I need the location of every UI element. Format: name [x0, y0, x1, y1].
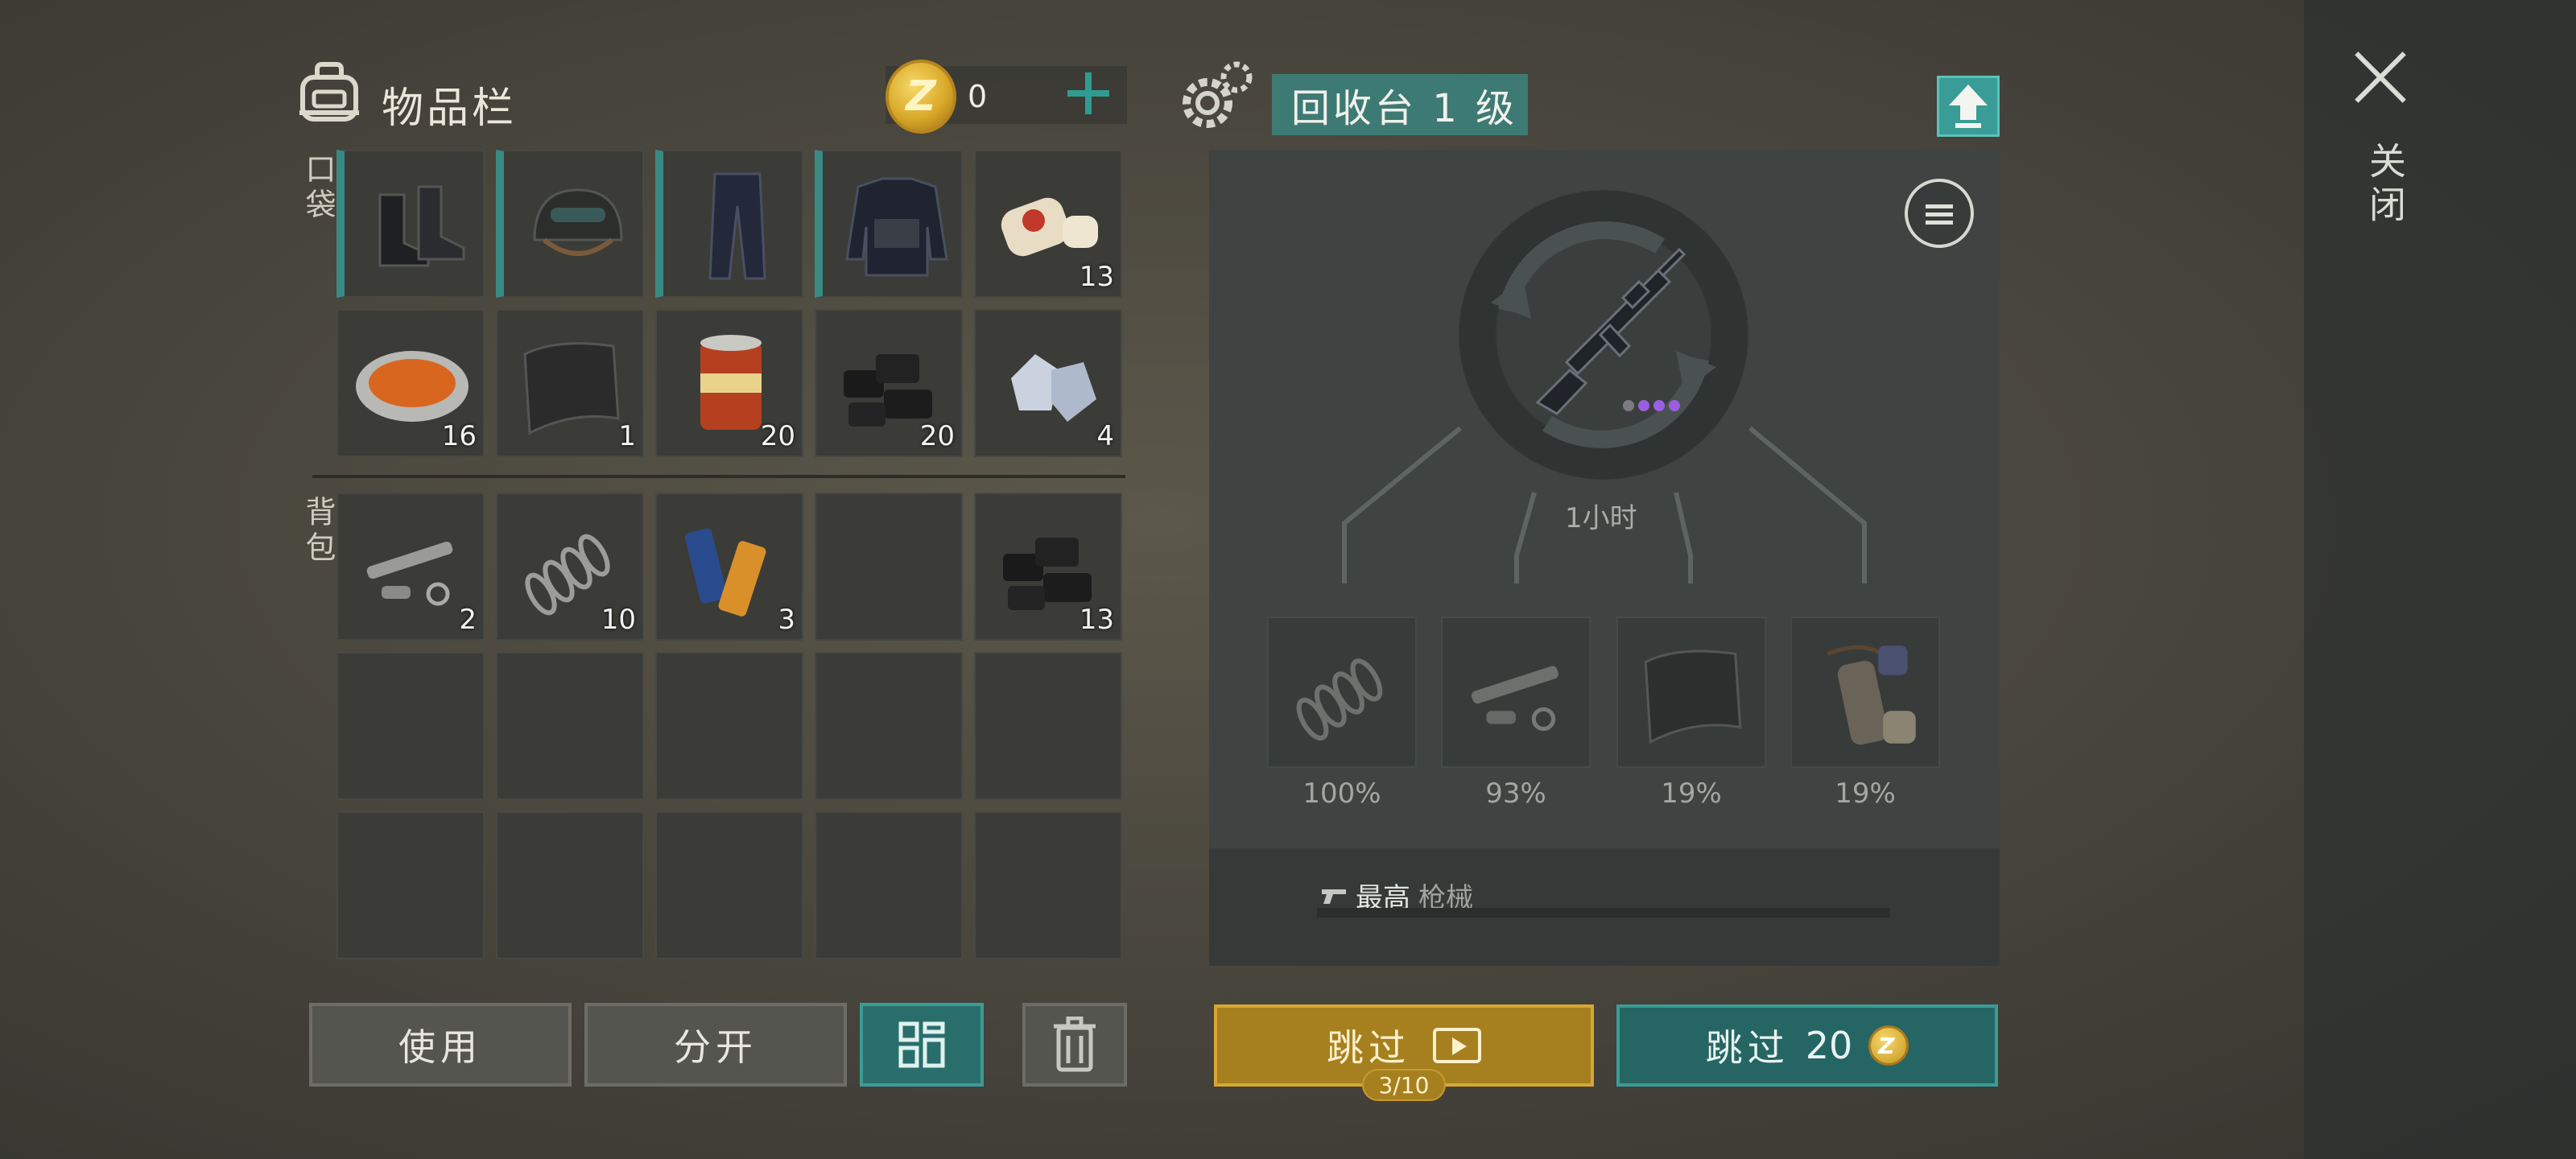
carbon-fabric-icon [1644, 650, 1742, 744]
output-percent: 19% [1835, 777, 1896, 810]
skip-ad-label: 跳过 [1327, 1026, 1410, 1070]
inventory-slot-empty[interactable] [336, 652, 485, 800]
backpack-label: 背包 [300, 496, 336, 567]
inventory-slot-pants[interactable] [655, 150, 803, 298]
item-count: 3 [778, 604, 795, 636]
inventory-slot-bandage[interactable]: 13 [974, 150, 1122, 298]
crystals-icon [1011, 354, 1096, 422]
inventory-slot-batteries[interactable]: 3 [655, 493, 803, 641]
sort-grid-button[interactable] [860, 1003, 984, 1087]
inventory-slot-empty[interactable] [815, 493, 963, 641]
gun-parts-icon [1472, 666, 1558, 732]
skip-with-coins-button[interactable]: 跳过 20 Z [1616, 1004, 1998, 1087]
inventory-slot-stew[interactable]: 16 [336, 309, 485, 457]
coin-icon: Z [1868, 1025, 1909, 1066]
inventory-slot-empty[interactable] [815, 811, 963, 959]
output-slot-spring[interactable] [1267, 617, 1417, 768]
level-dots [1623, 399, 1684, 415]
item-count: 10 [601, 604, 636, 636]
inventory-slot-empty[interactable] [496, 811, 644, 959]
item-count: 13 [1079, 604, 1114, 636]
inventory-slot-gun-parts[interactable]: 2 [336, 493, 485, 641]
trash-icon [1054, 1017, 1096, 1072]
add-coins-button[interactable] [1064, 69, 1113, 118]
ad-count-badge: 3/10 [1362, 1069, 1446, 1101]
delete-button[interactable] [1022, 1003, 1127, 1087]
recycler-title: 回收台 1 级 [1272, 74, 1528, 135]
inventory-slot-empty[interactable] [974, 652, 1122, 800]
skip-coin-cost: 20 [1805, 1024, 1853, 1067]
inventory-slot-carbon-fabric[interactable]: 1 [496, 309, 644, 457]
inventory-slot-crystals[interactable]: 4 [974, 309, 1122, 457]
output-slot-gun-parts[interactable] [1441, 617, 1591, 768]
close-label[interactable]: 关闭 [2359, 142, 2412, 229]
inventory-slot-spring[interactable]: 10 [496, 493, 644, 641]
item-count: 1 [618, 420, 636, 452]
spring-icon [1296, 658, 1383, 741]
inventory-slot-empty[interactable] [336, 811, 485, 959]
menu-button[interactable] [1905, 179, 1974, 248]
inventory-slot-empty[interactable] [655, 811, 803, 959]
inventory-slot-coal[interactable]: 13 [974, 493, 1122, 641]
output-percent: 100% [1302, 777, 1381, 810]
upgrade-button[interactable] [1937, 76, 2000, 137]
inventory-slot-empty[interactable] [655, 652, 803, 800]
output-slot-carbon-fabric[interactable] [1616, 617, 1766, 768]
boots-icon [378, 185, 465, 267]
output-slot-gun-barrel-kit[interactable] [1790, 617, 1940, 768]
output-percent: 93% [1485, 777, 1546, 810]
gun-parts-icon [366, 541, 453, 606]
inventory-slot-armor[interactable] [815, 150, 963, 298]
carbon-fabric-icon [523, 342, 620, 435]
stat-bar [1317, 908, 1890, 918]
inventory-slot-empty[interactable] [974, 811, 1122, 959]
inventory-title: 物品栏 [382, 85, 518, 133]
assault-rifle-icon [1535, 247, 1686, 415]
inventory-slot-coal[interactable]: 20 [815, 309, 963, 457]
skip-coin-label: 跳过 [1705, 1026, 1790, 1070]
gun-barrel-kit-icon [1827, 645, 1916, 745]
item-count: 13 [1079, 261, 1114, 293]
video-play-icon [1433, 1028, 1481, 1063]
coin-icon: Z [886, 60, 956, 134]
item-count: 4 [1096, 420, 1114, 452]
recycle-timer: 1小时 [1565, 502, 1637, 534]
item-count: 20 [760, 420, 795, 452]
helmet-icon [533, 188, 623, 256]
backpack-icon [299, 62, 359, 122]
use-button[interactable]: 使用 [309, 1003, 572, 1087]
pistol-icon [1322, 889, 1346, 904]
split-button[interactable]: 分开 [584, 1003, 847, 1087]
inventory-slot-boots[interactable] [336, 150, 485, 298]
gear-icon [1183, 61, 1253, 128]
output-percent: 19% [1661, 777, 1722, 810]
coin-count: 0 [968, 79, 988, 114]
armor-vest-icon [845, 177, 948, 277]
item-count: 16 [441, 420, 477, 452]
pockets-label: 口袋 [300, 153, 336, 224]
batteries-icon [684, 528, 766, 617]
right-side-strip [2304, 0, 2576, 1159]
inventory-slot-empty[interactable] [496, 652, 644, 800]
inventory-slot-canned-food[interactable]: 20 [655, 309, 803, 457]
arrow-up-icon [1949, 85, 1988, 128]
item-count: 2 [459, 604, 477, 636]
inventory-slot-helmet[interactable] [496, 150, 644, 298]
grid-icon [898, 1021, 945, 1068]
pants-icon [708, 172, 766, 280]
close-icon[interactable] [2352, 48, 2410, 106]
item-count: 20 [919, 420, 955, 452]
section-divider [312, 475, 1125, 478]
inventory-slot-empty[interactable] [815, 652, 963, 800]
